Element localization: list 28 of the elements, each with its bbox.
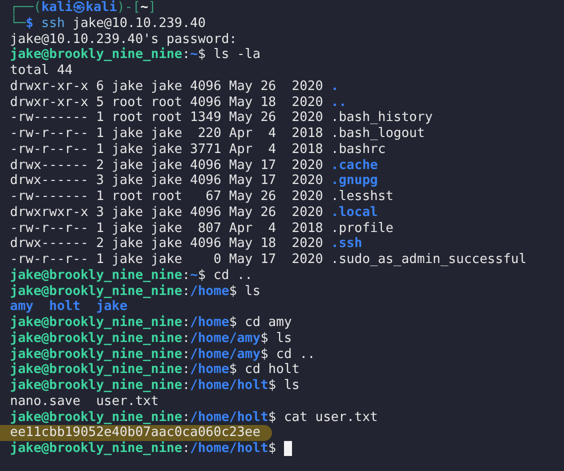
terminal-line: drwx------ 3 jake jake 4096 May 17 2020 .gnupg — [10, 173, 378, 189]
terminal-line: -rw------- 1 root root 1349 May 26 2020 .bash_history — [10, 110, 433, 126]
terminal-line: jake@brookly_nine_nine:/home/holt$ cat user.txt — [10, 410, 378, 426]
terminal-line: jake@brookly_nine_nine:/home$ cd amy — [10, 315, 292, 331]
terminal-line: └─$ ssh jake@10.10.239.40 — [10, 16, 206, 32]
terminal-line: jake@brookly_nine_nine:/home/amy$ ls — [10, 330, 292, 346]
terminal-line: -rw-r--r-- 1 jake jake 0 May 17 2020 .sudo_as_admin_successful — [10, 252, 527, 268]
terminal-line: jake@brookly_nine_nine:/home/amy$ cd .. — [10, 346, 316, 362]
terminal-line: drwx------ 2 jake jake 4096 May 17 2020 .cache — [10, 158, 378, 174]
terminal-line: drwxr-xr-x 5 root root 4096 May 18 2020 .. — [10, 94, 347, 110]
terminal-line: -rw------- 1 root root 67 May 26 2020 .lesshst — [10, 189, 394, 205]
terminal-line: ┌──(kali㉿kali)-[~] — [10, 0, 156, 15]
terminal-line: jake@brookly_nine_nine:/home/holt$ ls — [10, 378, 300, 394]
terminal-line: nano.save user.txt — [10, 394, 159, 410]
terminal-line: jake@10.10.239.40's password: — [10, 32, 237, 47]
terminal-line: jake@brookly_nine_nine:~$ cd .. — [10, 268, 253, 284]
terminal-line: jake@brookly_nine_nine:/home$ cd holt — [10, 362, 300, 378]
terminal-line: total 44 — [10, 63, 73, 79]
terminal-line: jake@brookly_nine_nine:/home$ ls — [10, 284, 260, 299]
terminal-line: -rw-r--r-- 1 jake jake 3771 Apr 4 2018 .bashrc — [10, 142, 386, 158]
terminal-line: -rw-r--r-- 1 jake jake 220 Apr 4 2018 .bash_logout — [10, 126, 425, 142]
terminal-line: amy holt jake — [10, 299, 128, 315]
terminal-line: drwxrwxr-x 3 jake jake 4096 May 26 2020 .local — [10, 204, 378, 220]
terminal-line: drwxr-xr-x 6 jake jake 4096 May 26 2020 . — [10, 78, 339, 94]
terminal-line: jake@brookly_nine_nine:~$ ls -la — [10, 47, 260, 63]
terminal-line: drwx------ 2 jake jake 4096 May 18 2020 .ssh — [10, 236, 362, 252]
terminal-line: jake@brookly_nine_nine:/home/holt$ — [10, 441, 278, 457]
terminal-line: -rw-r--r-- 1 jake jake 807 Apr 4 2018 .profile — [10, 220, 394, 236]
